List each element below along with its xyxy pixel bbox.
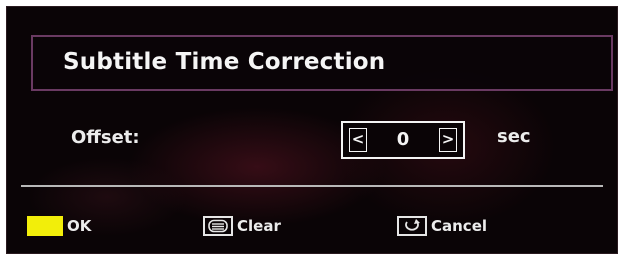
offset-label: Offset: — [71, 127, 140, 148]
ok-label: OK — [67, 217, 92, 235]
offset-spinner[interactable]: < 0 > — [341, 121, 465, 159]
return-key-icon — [397, 216, 427, 236]
offset-value: 0 — [396, 129, 410, 150]
yellow-key-icon — [27, 216, 63, 236]
divider — [21, 185, 603, 187]
offset-unit-label: sec — [497, 126, 531, 147]
decrease-arrow-button[interactable]: < — [349, 128, 367, 152]
cancel-label: Cancel — [431, 217, 488, 235]
cancel-button[interactable]: Cancel — [397, 215, 487, 237]
title-bar: Subtitle Time Correction — [31, 35, 613, 91]
clear-key-icon — [203, 216, 233, 236]
clear-button[interactable]: Clear — [203, 215, 281, 237]
increase-arrow-button[interactable]: > — [439, 128, 457, 152]
subtitle-time-correction-dialog: Subtitle Time Correction Offset: < 0 > s… — [6, 6, 618, 254]
clear-label: Clear — [237, 217, 281, 235]
ok-button[interactable]: OK — [27, 215, 91, 237]
dialog-title: Subtitle Time Correction — [63, 49, 386, 75]
clear-key-glyph — [208, 219, 228, 233]
return-arrow-glyph — [405, 219, 420, 231]
